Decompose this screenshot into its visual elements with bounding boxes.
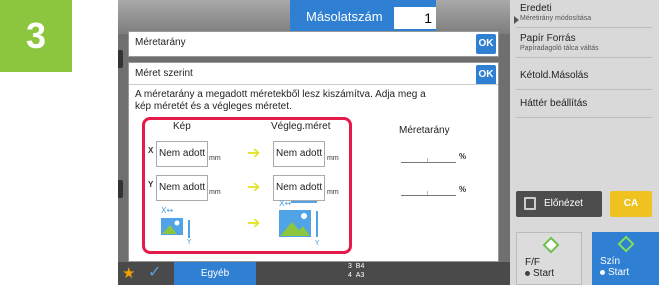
step-number: 3 [0,0,72,72]
image-size-icon: X↔ Y [161,206,192,244]
start-icon [542,236,560,254]
percent-label: % [459,152,467,161]
y-ratio-field[interactable] [401,195,456,196]
preview-button[interactable]: Előnézet [516,191,602,217]
side-handle[interactable] [118,50,123,68]
start-color-button[interactable]: Szín Start [592,232,659,285]
copier-screen: Másolatszám 1 Eredeti Méretirány módosít… [118,0,659,285]
tray-number: 4 [348,272,352,279]
clear-all-button[interactable]: CA [610,191,652,217]
x-axis-label: X [148,146,154,155]
ok-button[interactable]: OK [476,34,496,54]
description-text: A méretarány a megadott méretekből lesz … [135,89,426,112]
start-label: Start [533,268,555,279]
other-button[interactable]: Egyéb [174,262,256,285]
menu-original-button[interactable]: Eredeti Méretirány módosítása [514,0,652,28]
play-icon [514,16,519,24]
side-handle[interactable] [118,180,123,198]
arrow-right-icon: ➔ [247,143,261,162]
preview-icon [524,197,536,210]
x-ratio-field[interactable] [401,162,456,163]
dot-icon [600,270,605,275]
unit-label: mm [209,155,221,162]
mode-label: Szín [600,256,621,267]
ratio-panel: Méretarány OK [128,31,499,57]
y-image-field[interactable]: Nem adott [156,175,208,201]
divider [129,84,498,85]
dot-icon [525,271,530,276]
ratio-tick [427,158,428,162]
panel-title: Méret szerint [135,68,193,79]
svg-text:Y: Y [186,238,192,244]
tray-size: B4 [355,263,365,270]
mode-label: F/F [525,257,540,268]
check-icon[interactable]: ✓ [148,262,161,281]
menu-paper-source-button[interactable]: Papír Forrás Papíradagoló tálca váltás [516,30,652,58]
menu-item-label: Háttér beállítás [520,98,588,109]
size-panel: Méret szerint OK A méretarány a megadott… [128,62,499,262]
panel-title: Méretarány [135,37,186,48]
x-final-field[interactable]: Nem adott [273,141,325,167]
percent-label: % [459,185,467,194]
tray-status: 3 B4 4 A3 [348,262,364,280]
ok-button[interactable]: OK [476,65,496,85]
menu-duplex-button[interactable]: Kétold.Másolás [516,62,652,90]
final-header: Végleg.méret [271,121,331,132]
x-image-field[interactable]: Nem adott [156,141,208,167]
tray-size: A3 [355,272,365,279]
ratio-header: Méretarány [399,125,450,136]
copies-input[interactable]: 1 [394,7,436,29]
image-header: Kép [173,121,191,132]
unit-label: mm [327,189,339,196]
unit-label: mm [327,155,339,162]
arrow-right-icon: ➔ [247,213,261,232]
star-icon[interactable]: ★ [122,264,135,282]
menu-item-sub: Papíradagoló tálca váltás [520,45,599,52]
start-bw-button[interactable]: F/F Start [516,232,582,285]
preview-label: Előnézet [544,198,583,209]
menu-item-label: Papír Forrás [520,33,576,44]
unit-label: mm [209,189,221,196]
ratio-tick [427,191,428,195]
menu-item-label: Kétold.Másolás [520,70,589,81]
svg-text:Y: Y [314,239,320,247]
menu-background-button[interactable]: Háttér beállítás [516,90,652,118]
start-label: Start [608,267,630,278]
tray-number: 3 [348,263,352,270]
bottom-bar: ★ ✓ Egyéb 3 B4 4 A3 [118,262,510,285]
svg-text:X↔: X↔ [279,199,291,208]
y-axis-label: Y [148,180,154,189]
arrow-right-icon: ➔ [247,177,261,196]
menu-item-label: Eredeti [520,3,552,14]
start-icon [617,235,635,253]
final-size-icon: X↔ Y [279,199,320,247]
svg-text:X↔: X↔ [161,206,173,215]
menu-item-sub: Méretirány módosítása [520,15,592,22]
